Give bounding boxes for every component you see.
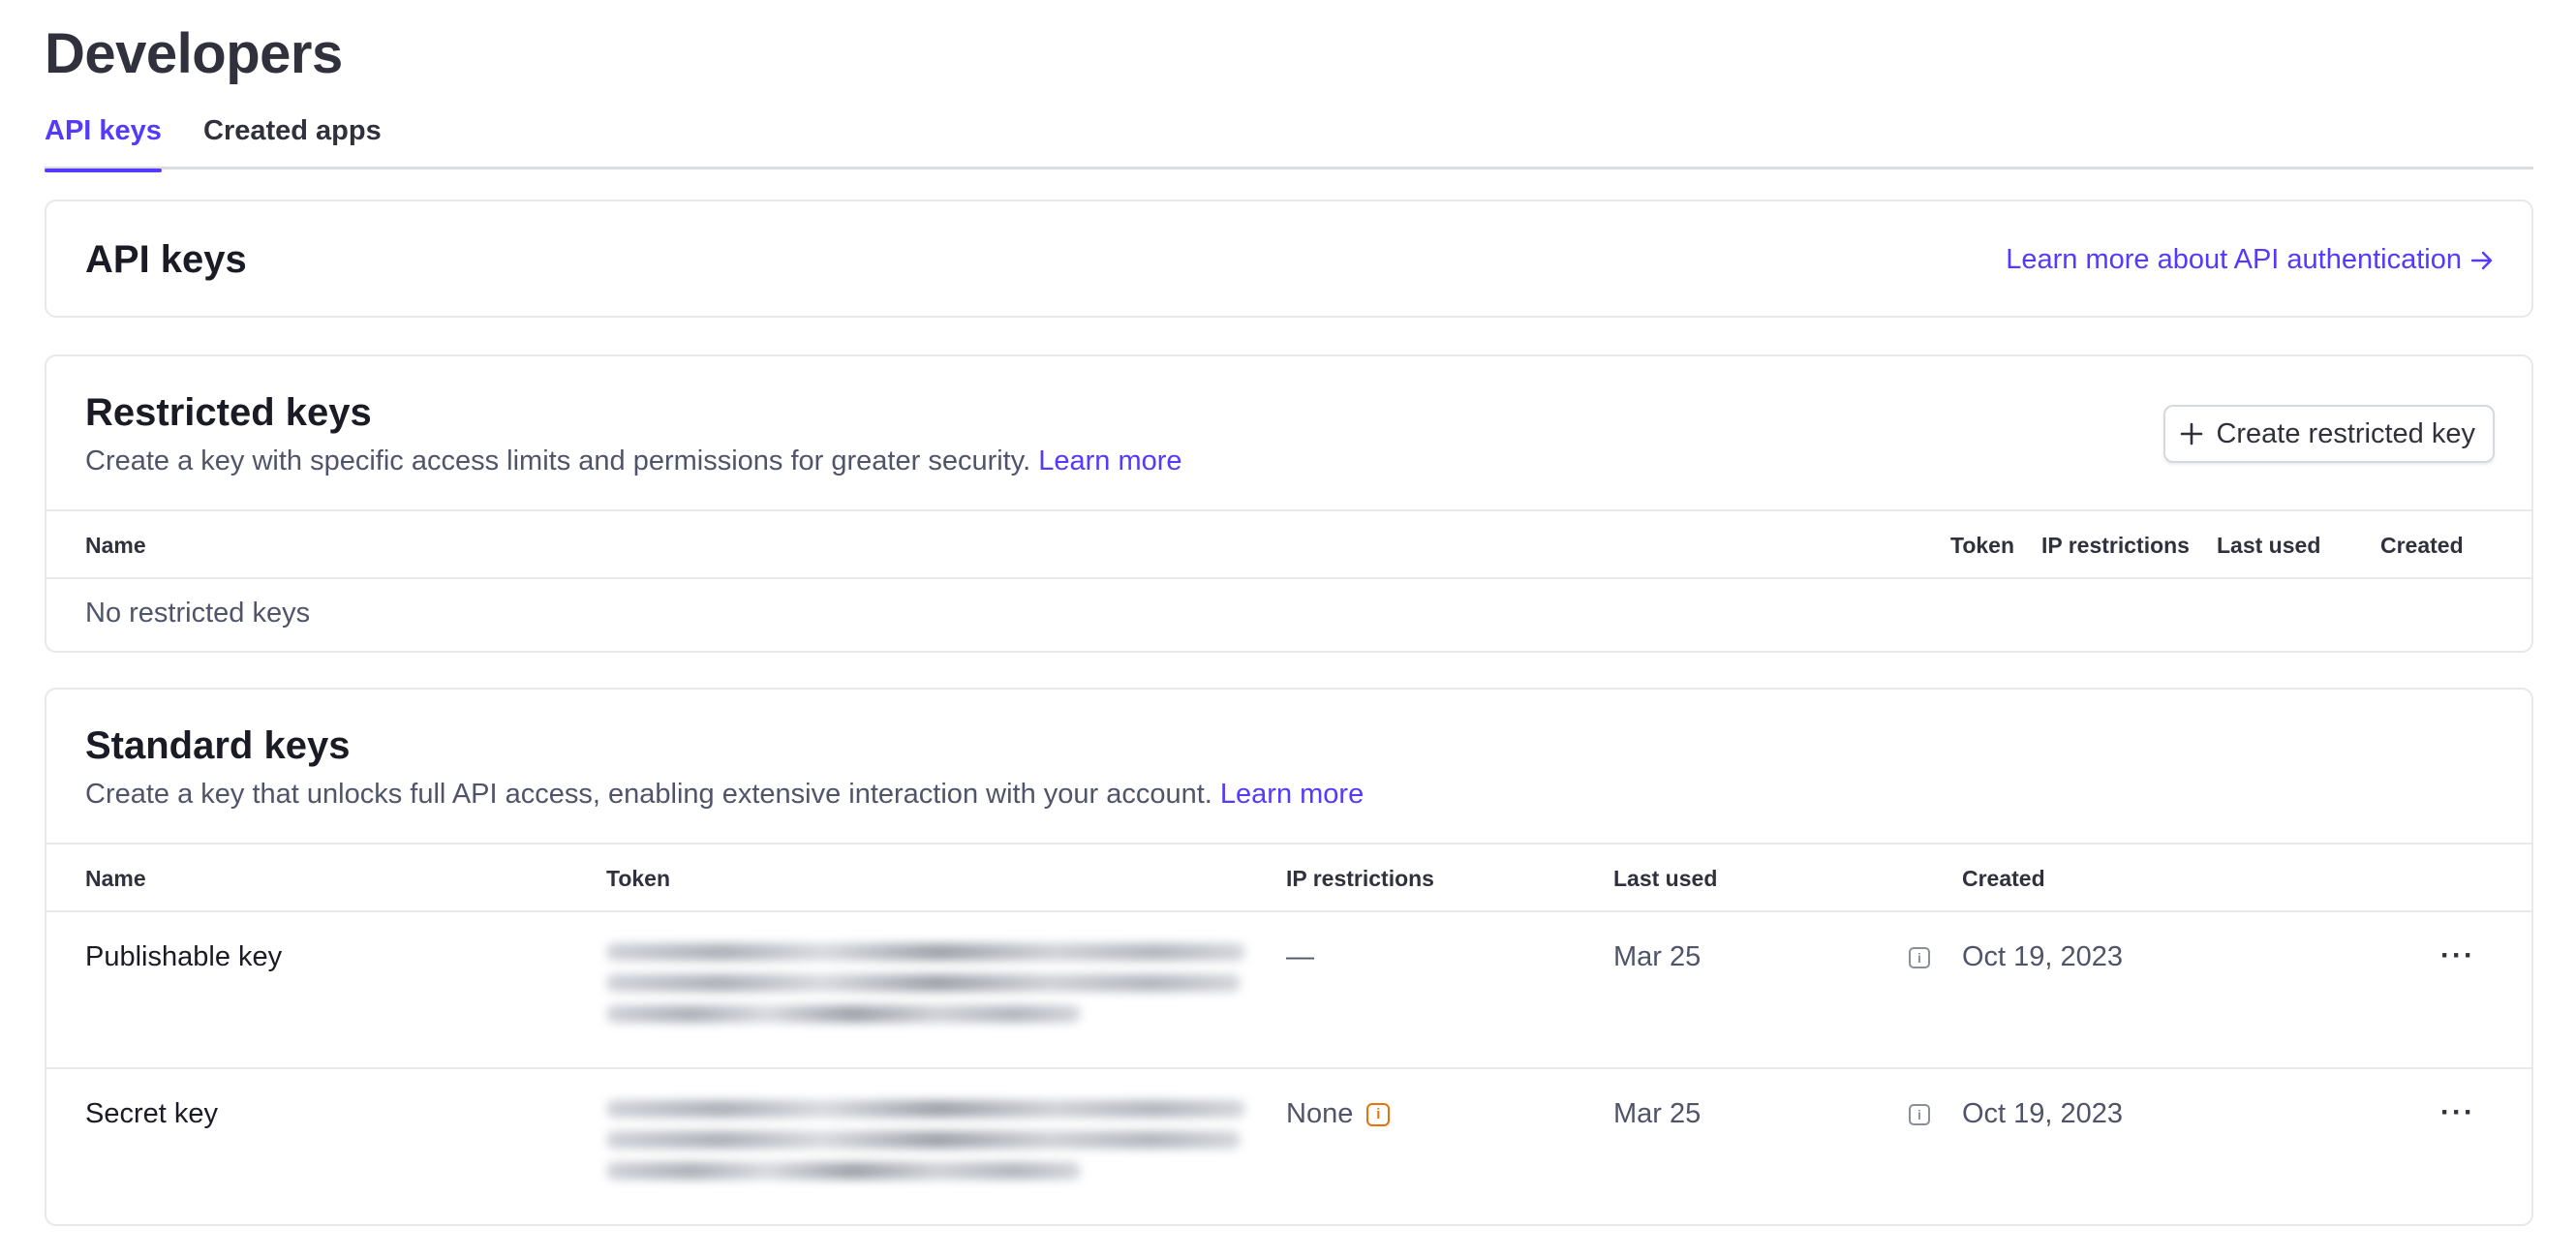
- warning-info-icon[interactable]: i: [1366, 1103, 1391, 1126]
- column-last-used: Last used: [2217, 533, 2321, 558]
- more-options-icon[interactable]: ···: [2440, 1098, 2475, 1127]
- redacted-token: [606, 1089, 1245, 1193]
- create-restricted-key-label: Create restricted key: [2216, 417, 2475, 449]
- tab-created-apps[interactable]: Created apps: [203, 111, 382, 169]
- standard-keys-title: Standard keys: [85, 724, 351, 767]
- info-icon[interactable]: i: [1909, 947, 1930, 968]
- api-auth-link[interactable]: Learn more about API authentication: [2006, 244, 2495, 276]
- column-token: Token: [1950, 533, 2015, 558]
- column-name: Name: [85, 866, 146, 891]
- page-title: Developers: [45, 22, 343, 85]
- restricted-keys-desc-text: Create a key with specific access limits…: [85, 445, 1031, 476]
- restricted-keys-card: Restricted keys Create a key with specif…: [45, 354, 2533, 653]
- created-value: Oct 19, 2023: [1962, 941, 2124, 972]
- standard-learn-more-link[interactable]: Learn more: [1220, 779, 1364, 810]
- restricted-learn-more-link[interactable]: Learn more: [1038, 445, 1181, 476]
- restricted-keys-title: Restricted keys: [85, 391, 372, 434]
- info-icon[interactable]: i: [1909, 1104, 1930, 1125]
- standard-table-header: Name Token IP restrictions Last used Cre…: [46, 843, 2531, 912]
- column-created: Created: [2380, 533, 2464, 558]
- column-created: Created: [1962, 866, 2045, 891]
- standard-keys-description: Create a key that unlocks full API acces…: [85, 779, 1364, 811]
- api-keys-title: API keys: [85, 238, 247, 281]
- api-auth-link-label: Learn more about API authentication: [2006, 244, 2462, 275]
- more-options-icon[interactable]: ···: [2440, 941, 2475, 970]
- created-value: Oct 19, 2023: [1962, 1098, 2124, 1129]
- api-keys-card: API keys Learn more about API authentica…: [45, 200, 2533, 318]
- restricted-table-header: Name Token IP restrictions Last used Cre…: [46, 509, 2531, 579]
- standard-keys-card: Standard keys Create a key that unlocks …: [45, 688, 2533, 1226]
- column-ip-restrictions: IP restrictions: [1286, 866, 1434, 891]
- last-used-value: Mar 25: [1613, 1098, 1702, 1129]
- key-name: Publishable key: [85, 941, 283, 972]
- plus-icon: [2181, 422, 2203, 445]
- table-row-publishable-key[interactable]: Publishable key — Mar 25 i Oct 19, 2023 …: [46, 912, 2531, 1067]
- ip-restrictions-value: None: [1286, 1098, 1354, 1129]
- column-token: Token: [606, 866, 671, 891]
- ip-restrictions-cell: None i: [1286, 1098, 1391, 1130]
- key-name: Secret key: [85, 1098, 218, 1129]
- tab-bar: API keys Created apps: [45, 111, 2533, 172]
- column-ip-restrictions: IP restrictions: [2041, 533, 2190, 558]
- last-used-value: Mar 25: [1613, 941, 1702, 972]
- table-row-secret-key[interactable]: Secret key None i Mar 25 i Oct 19, 2023 ·…: [46, 1067, 2531, 1224]
- standard-keys-desc-text: Create a key that unlocks full API acces…: [85, 779, 1212, 810]
- column-last-used: Last used: [1613, 866, 1718, 891]
- arrow-right-icon: [2470, 251, 2493, 269]
- restricted-empty-state: No restricted keys: [85, 598, 311, 629]
- redacted-token: [606, 932, 1245, 1036]
- tab-api-keys[interactable]: API keys: [45, 111, 162, 172]
- column-name: Name: [85, 533, 146, 558]
- restricted-keys-description: Create a key with specific access limits…: [85, 445, 1182, 477]
- create-restricted-key-button[interactable]: Create restricted key: [2163, 405, 2495, 463]
- ip-restrictions-value: —: [1286, 941, 1314, 972]
